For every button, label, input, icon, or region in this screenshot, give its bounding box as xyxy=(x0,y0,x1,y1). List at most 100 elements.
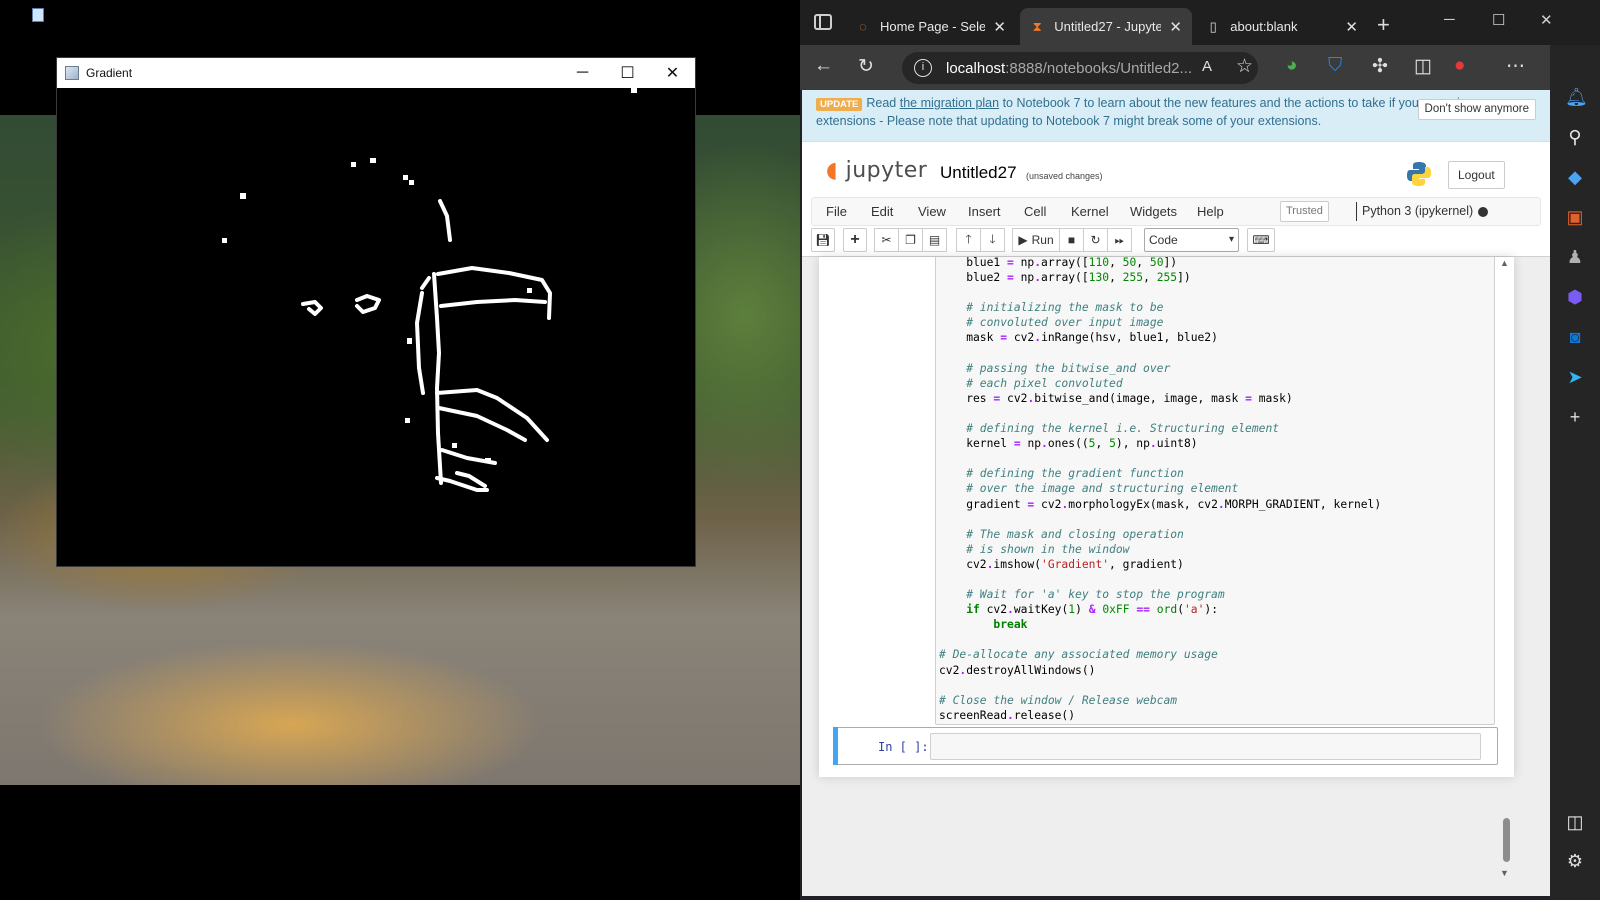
jupyter-page: UPDATE Read the migration plan to Noteboo… xyxy=(802,90,1550,896)
code-line: mask = cv2.inRange(hsv, blue1, blue2) xyxy=(939,331,1218,345)
close-tab-button[interactable]: ✕ xyxy=(1169,18,1182,36)
sidebar-toggle-icon[interactable]: ◫ xyxy=(1565,812,1585,832)
insert-cell-button[interactable]: + xyxy=(843,228,867,252)
restart-button[interactable]: ↻ xyxy=(1083,228,1108,252)
logout-button[interactable]: Logout xyxy=(1448,161,1505,189)
edge-stroke xyxy=(436,266,552,320)
profile-avatar-icon[interactable]: ● xyxy=(1454,55,1465,77)
menu-file[interactable]: File xyxy=(826,204,847,219)
read-aloud-icon[interactable]: A xyxy=(1202,58,1212,75)
gradient-image xyxy=(57,88,695,566)
play-icon: ▶ xyxy=(1018,233,1028,247)
jupyter-logo[interactable]: ◖ jupyter xyxy=(826,158,927,183)
tab-label: Home Page - Select o xyxy=(880,19,986,34)
edge-dot xyxy=(409,180,414,185)
info-icon[interactable]: i xyxy=(914,59,932,77)
tag-icon[interactable]: ◆ xyxy=(1565,167,1585,187)
more-icon[interactable]: ⋯ xyxy=(1506,55,1525,78)
save-status: (unsaved changes) xyxy=(1026,171,1103,181)
split-screen-icon[interactable]: ◫ xyxy=(1414,55,1432,78)
tab-actions-icon[interactable] xyxy=(814,14,832,30)
minimize-button[interactable]: ─ xyxy=(560,58,605,88)
scroll-down-arrow[interactable]: ▼ xyxy=(1500,868,1509,878)
menu-widgets[interactable]: Widgets xyxy=(1130,204,1177,219)
code-content[interactable]: blue1 = np.array([110, 50, 50]) blue2 = … xyxy=(939,257,1381,723)
edge-dot xyxy=(407,338,412,344)
arrow-down-icon: 🡓 xyxy=(989,231,996,246)
cell-type-select[interactable]: Code ▾ xyxy=(1144,228,1239,252)
add-icon[interactable]: + xyxy=(1565,407,1585,427)
code-comment: # defining the gradient function xyxy=(939,467,1184,481)
cell-input-editor[interactable] xyxy=(930,733,1481,760)
back-icon[interactable]: ← xyxy=(814,55,833,77)
run-label: Run xyxy=(1031,233,1054,247)
edge-stroke xyxy=(415,291,425,395)
hourglass-icon: ⧗ xyxy=(1032,18,1042,34)
move-down-button[interactable]: 🡓 xyxy=(980,228,1005,252)
chevron-down-icon: ▾ xyxy=(1228,234,1234,245)
new-tab-button[interactable]: + xyxy=(1377,12,1390,38)
notebook-name[interactable]: Untitled27 xyxy=(940,163,1017,183)
scrollbar-thumb[interactable] xyxy=(1503,818,1510,862)
recycle-bin-icon[interactable] xyxy=(32,8,44,22)
kernel-separator xyxy=(1356,202,1357,221)
command-palette-button[interactable]: ⌨ xyxy=(1247,228,1275,252)
dont-show-anymore-button[interactable]: Don't show anymore xyxy=(1417,99,1536,120)
tab-home-page[interactable]: ◌ Home Page - Select o ✕ xyxy=(846,8,1016,45)
menu-kernel[interactable]: Kernel xyxy=(1071,204,1109,219)
run-button[interactable]: ▶ Run xyxy=(1012,228,1060,252)
outlook-icon[interactable]: ◙ xyxy=(1565,327,1585,347)
notebook-menubar: File Edit View Insert Cell Kernel Widget… xyxy=(811,197,1541,226)
gradient-window[interactable]: Gradient ─ ☐ ✕ xyxy=(56,57,696,567)
selected-empty-cell[interactable]: In [ ]: xyxy=(833,727,1498,765)
copy-button[interactable]: ❐ xyxy=(898,228,923,252)
menu-view[interactable]: View xyxy=(918,204,946,219)
save-button[interactable]: 💾︎ xyxy=(811,228,835,252)
puzzle-icon[interactable]: ✣ xyxy=(1372,55,1388,78)
menu-insert[interactable]: Insert xyxy=(968,204,1001,219)
migration-plan-link[interactable]: the migration plan xyxy=(900,96,999,110)
refresh-icon[interactable]: ↻ xyxy=(858,55,874,78)
close-button[interactable]: ✕ xyxy=(650,58,695,88)
menu-cell[interactable]: Cell xyxy=(1024,204,1046,219)
close-tab-button[interactable]: ✕ xyxy=(1345,18,1358,36)
browser-maximize-button[interactable]: ☐ xyxy=(1492,11,1505,29)
menu-help[interactable]: Help xyxy=(1197,204,1224,219)
maximize-button[interactable]: ☐ xyxy=(605,58,650,88)
code-comment: # each pixel convoluted xyxy=(939,376,1123,390)
restart-run-all-button[interactable]: ⏩︎ xyxy=(1107,228,1132,252)
paste-button[interactable]: ▤ xyxy=(922,228,947,252)
toolbox-icon[interactable]: ▣ xyxy=(1565,207,1585,227)
settings-icon[interactable]: ⚙ xyxy=(1565,851,1585,871)
close-tab-button[interactable]: ✕ xyxy=(993,18,1006,36)
search-icon[interactable]: ⚲ xyxy=(1565,127,1585,147)
bell-icon[interactable]: 🔔︎ xyxy=(1565,87,1588,107)
favorite-icon[interactable]: ☆ xyxy=(1236,55,1253,78)
browser-close-button[interactable]: ✕ xyxy=(1540,11,1553,29)
gradient-window-titlebar[interactable]: Gradient ─ ☐ ✕ xyxy=(57,58,695,88)
address-path: :8888/notebooks/Untitled2... xyxy=(1005,59,1192,77)
tab-about-blank[interactable]: ▯ about:blank ✕ xyxy=(1196,8,1368,45)
code-comment: # De-allocate any associated memory usag… xyxy=(939,648,1218,662)
office-icon[interactable]: ⬢ xyxy=(1565,287,1585,307)
send-icon[interactable]: ➤ xyxy=(1565,367,1585,387)
cut-button[interactable]: ✂ xyxy=(874,228,899,252)
move-up-button[interactable]: 🡑 xyxy=(956,228,981,252)
games-icon[interactable]: ♟ xyxy=(1565,247,1585,267)
menu-edit[interactable]: Edit xyxy=(871,204,893,219)
jupyter-logo-text: jupyter xyxy=(845,158,928,183)
shield-icon[interactable]: ⛉ xyxy=(1328,55,1342,77)
plus-icon: + xyxy=(850,231,860,248)
browser-minimize-button[interactable]: ─ xyxy=(1444,11,1455,28)
edge-stroke xyxy=(437,406,527,442)
extension-icon[interactable]: ◕ xyxy=(1286,55,1297,77)
notebook-scroll-area[interactable]: blue1 = np.array([110, 50, 50]) blue2 = … xyxy=(802,256,1550,896)
trusted-indicator[interactable]: Trusted xyxy=(1280,201,1329,222)
edge-dot xyxy=(370,158,376,163)
interrupt-button[interactable]: ■ xyxy=(1059,228,1084,252)
window-app-icon xyxy=(65,66,79,80)
scroll-up-arrow[interactable]: ▲ xyxy=(1500,258,1509,268)
tab-untitled27[interactable]: ⧗ Untitled27 - Jupyter N ✕ xyxy=(1020,8,1192,45)
code-cell-editor[interactable]: blue1 = np.array([110, 50, 50]) blue2 = … xyxy=(935,257,1495,725)
edge-dot xyxy=(485,458,491,463)
